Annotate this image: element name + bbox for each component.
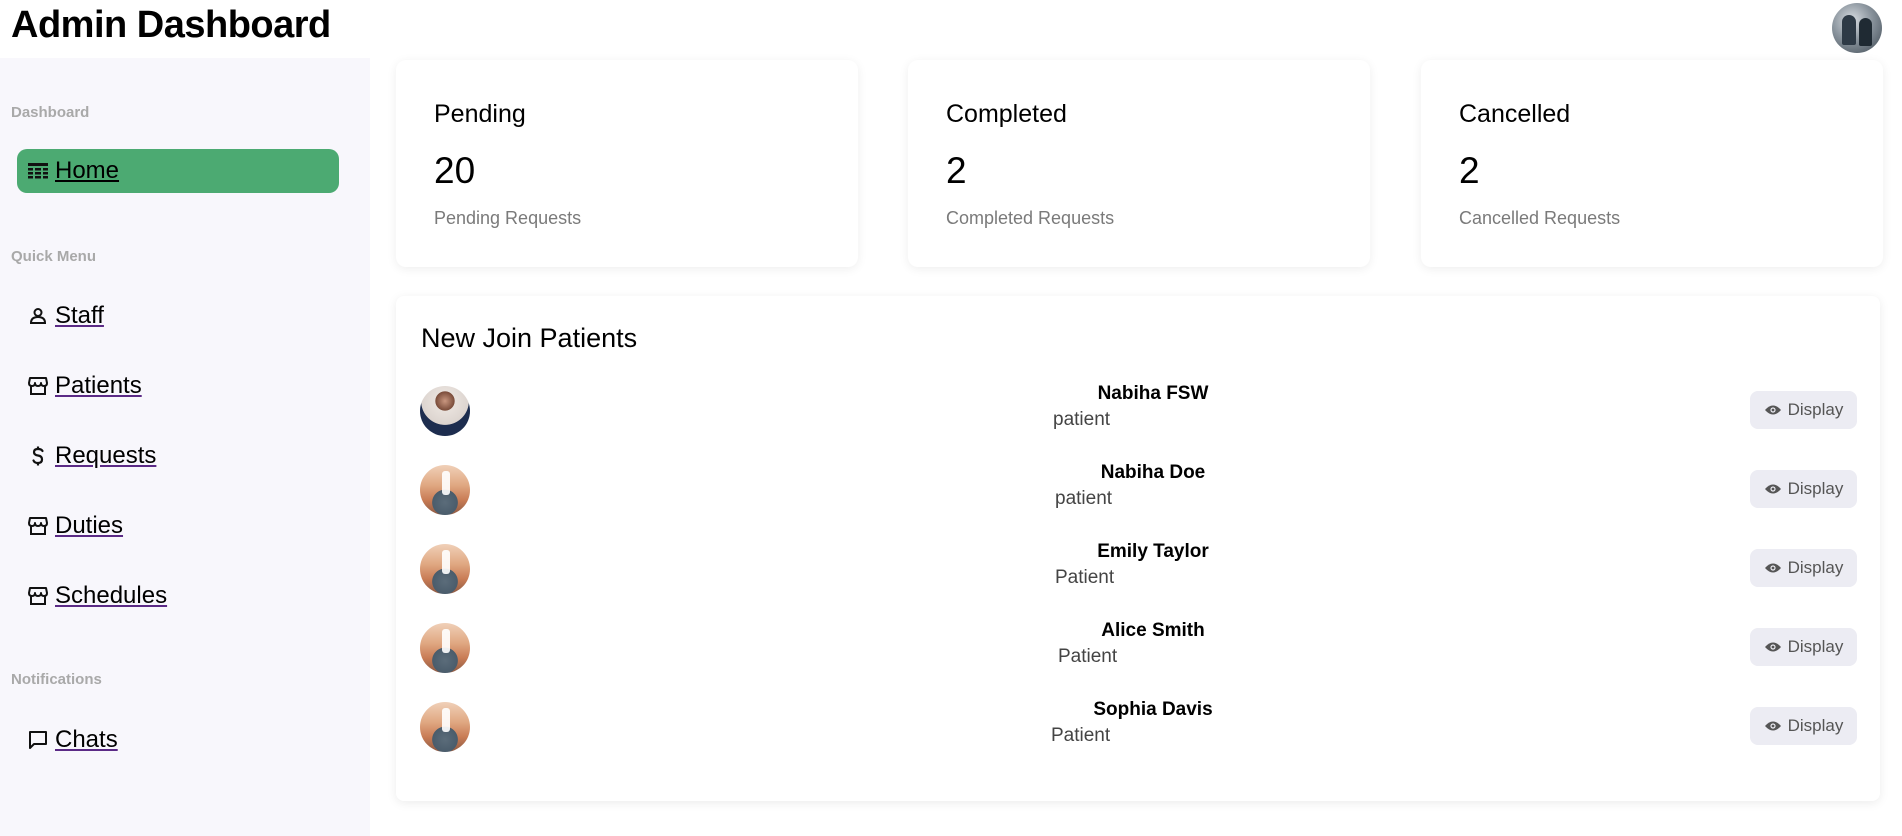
stat-card-completed: Completed 2 Completed Requests (908, 60, 1370, 267)
stat-value: 20 (434, 150, 476, 191)
display-button-label: Display (1787, 558, 1844, 577)
panel-title: New Join Patients (421, 323, 638, 353)
new-patients-panel: New Join Patients Nabiha FSW patient Dis… (396, 296, 1880, 801)
patient-role: Patient (1051, 725, 1111, 746)
sidebar-item-schedules[interactable]: Schedules (17, 574, 339, 618)
patient-role: patient (1055, 488, 1113, 509)
sidebar-item-label: Chats (55, 726, 118, 753)
sidebar-item-label: Home (55, 157, 120, 184)
display-button-label: Display (1787, 637, 1844, 656)
patient-avatar (420, 623, 470, 673)
patient-role: patient (1053, 409, 1111, 430)
patient-avatar (420, 702, 470, 752)
stat-card-pending: Pending 20 Pending Requests (396, 60, 858, 267)
top-bar: Admin Dashboard (0, 0, 1902, 58)
sidebar-item-staff[interactable]: Staff (17, 294, 339, 338)
dollar-icon (27, 445, 49, 467)
user-avatar[interactable] (1832, 3, 1882, 53)
patient-avatar (420, 465, 470, 515)
person-icon (27, 305, 49, 327)
patient-name: Nabiha Doe (1100, 462, 1206, 483)
display-button[interactable]: Display (1750, 470, 1857, 508)
eye-icon (1764, 642, 1781, 652)
table-icon (27, 160, 49, 182)
storefront-icon (27, 515, 49, 537)
patient-row: Emily Taylor Patient Display (396, 538, 1880, 598)
eye-icon (1764, 721, 1781, 731)
sidebar-item-requests[interactable]: Requests (17, 434, 339, 478)
eye-icon (1764, 484, 1781, 494)
stat-subtitle: Cancelled Requests (1459, 208, 1621, 228)
stat-value: 2 (946, 150, 967, 191)
chat-bubble-icon (27, 729, 49, 751)
sidebar-item-label: Schedules (55, 582, 168, 609)
display-button[interactable]: Display (1750, 707, 1857, 745)
patient-name: Emily Taylor (1097, 541, 1209, 562)
sidebar: Dashboard Home Quick Menu Staff Patients… (0, 58, 370, 836)
sidebar-item-label: Staff (55, 302, 104, 329)
storefront-icon (27, 375, 49, 397)
sidebar-item-patients[interactable]: Patients (17, 364, 339, 408)
sidebar-item-label: Requests (55, 442, 157, 469)
patient-row: Sophia Davis Patient Display (396, 696, 1880, 756)
app-title: Admin Dashboard (11, 4, 331, 46)
stat-value: 2 (1459, 150, 1480, 191)
stat-subtitle: Pending Requests (434, 208, 582, 228)
display-button-label: Display (1787, 400, 1844, 419)
patient-row: Nabiha FSW patient Display (396, 380, 1880, 440)
display-button[interactable]: Display (1750, 628, 1857, 666)
patient-role: Patient (1058, 646, 1118, 667)
section-label-dashboard: Dashboard (11, 104, 90, 121)
patient-row: Alice Smith Patient Display (396, 617, 1880, 677)
sidebar-item-duties[interactable]: Duties (17, 504, 339, 548)
patient-name: Sophia Davis (1093, 699, 1213, 720)
patient-name: Nabiha FSW (1097, 383, 1209, 404)
eye-icon (1764, 563, 1781, 573)
sidebar-item-chats[interactable]: Chats (17, 718, 339, 762)
patient-avatar (420, 386, 470, 436)
sidebar-item-label: Patients (55, 372, 142, 399)
stat-card-cancelled: Cancelled 2 Cancelled Requests (1421, 60, 1883, 267)
display-button[interactable]: Display (1750, 549, 1857, 587)
section-label-notifications: Notifications (11, 671, 102, 688)
stat-title: Cancelled (1459, 100, 1571, 128)
eye-icon (1764, 405, 1781, 415)
sidebar-item-label: Duties (55, 512, 124, 539)
sidebar-item-home[interactable]: Home (17, 149, 339, 193)
storefront-icon (27, 585, 49, 607)
stat-title: Completed (946, 100, 1067, 128)
display-button-label: Display (1787, 716, 1844, 735)
display-button[interactable]: Display (1750, 391, 1857, 429)
patient-name: Alice Smith (1101, 620, 1205, 641)
section-label-quick-menu: Quick Menu (11, 248, 97, 265)
patient-avatar (420, 544, 470, 594)
stat-title: Pending (434, 100, 526, 128)
patient-role: Patient (1055, 567, 1115, 588)
display-button-label: Display (1787, 479, 1844, 498)
patient-row: Nabiha Doe patient Display (396, 459, 1880, 519)
stat-subtitle: Completed Requests (946, 208, 1115, 228)
